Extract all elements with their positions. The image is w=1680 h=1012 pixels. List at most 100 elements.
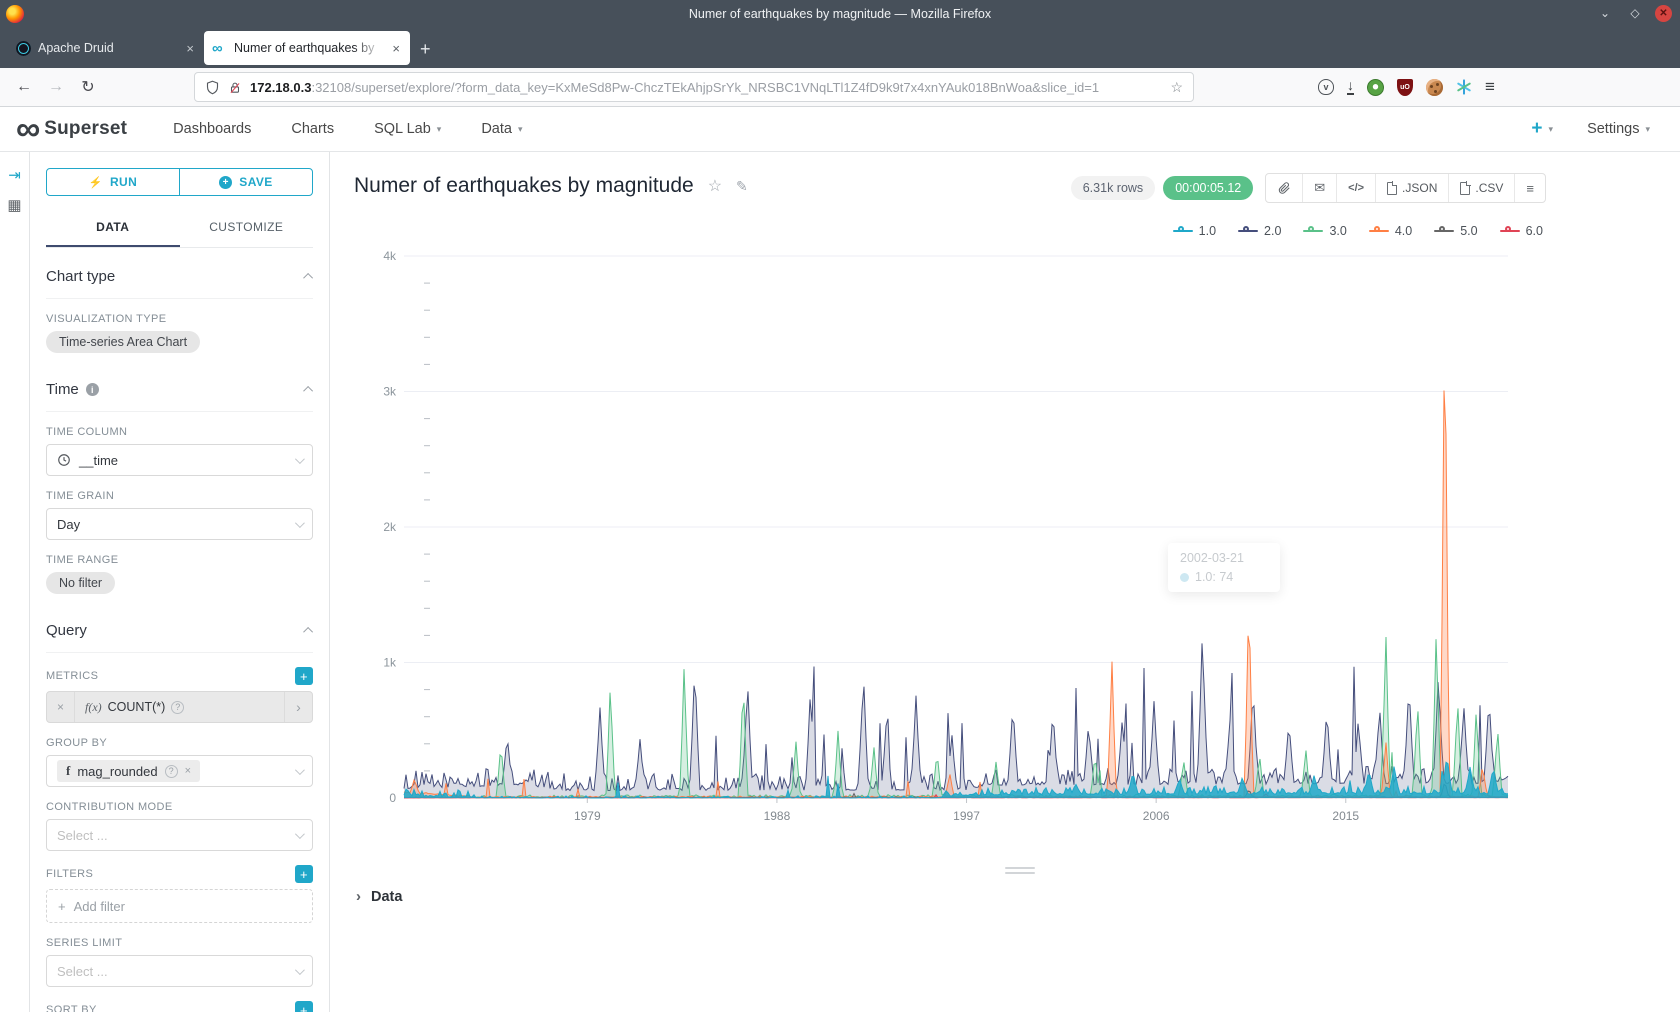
export-json-button[interactable]: .JSON xyxy=(1375,174,1448,202)
extension-asterisk-icon[interactable] xyxy=(1456,79,1472,95)
chart-menu-button[interactable]: ≡ xyxy=(1514,174,1545,202)
query-timer-badge: 00:00:05.12 xyxy=(1163,176,1253,200)
email-button[interactable]: ✉ xyxy=(1302,174,1336,202)
metrics-label: METRICS+ xyxy=(46,667,313,685)
legend-item-1.0[interactable]: 1.0 xyxy=(1173,224,1216,238)
tab-customize[interactable]: CUSTOMIZE xyxy=(180,210,314,247)
shield-icon[interactable] xyxy=(205,80,220,95)
add-filter-button[interactable]: + xyxy=(295,865,313,883)
url-host: 172.18.0.3 xyxy=(250,80,311,95)
nav-label: SQL Lab xyxy=(374,121,431,137)
add-metric-button[interactable]: + xyxy=(295,667,313,685)
nav-dashboards[interactable]: Dashboards xyxy=(153,121,271,137)
time-column-select[interactable]: __time xyxy=(46,444,313,476)
section-query[interactable]: Query xyxy=(46,602,313,653)
legend-item-3.0[interactable]: 3.0 xyxy=(1303,224,1346,238)
add-filter-dropzone[interactable]: +Add filter xyxy=(46,889,313,923)
fx-icon: f(x) xyxy=(85,700,102,715)
export-json-label: .JSON xyxy=(1402,181,1437,195)
tooltip-series-dot xyxy=(1180,573,1189,582)
metric-chip[interactable]: × f(x)COUNT(*)? › xyxy=(46,691,313,723)
resize-drag-handle[interactable] xyxy=(1005,864,1035,877)
legend-item-5.0[interactable]: 5.0 xyxy=(1434,224,1477,238)
time-grain-label: TIME GRAIN xyxy=(46,490,313,502)
dataset-grid-icon[interactable]: ▦ xyxy=(7,196,21,214)
time-grain-select[interactable]: Day xyxy=(46,508,313,540)
add-sort-button[interactable]: + xyxy=(295,1001,313,1012)
browser-tab-apache-druid[interactable]: Apache Druid × xyxy=(8,31,204,65)
metric-expand-icon[interactable]: › xyxy=(284,692,312,722)
edit-title-icon[interactable]: ✎ xyxy=(736,178,748,195)
tab-label: Apache Druid xyxy=(38,41,177,55)
contribution-mode-select[interactable]: Select ... xyxy=(46,819,313,851)
series-limit-label: SERIES LIMIT xyxy=(46,937,313,949)
firefox-menu-icon[interactable]: ≡ xyxy=(1485,77,1495,97)
tab-data[interactable]: DATA xyxy=(46,210,180,247)
label-text: SORT BY xyxy=(46,1004,97,1012)
browser-tab-active[interactable]: ∞ Numer of earthquakes by × xyxy=(204,31,410,65)
share-link-button[interactable] xyxy=(1266,174,1302,202)
favorite-star-icon[interactable]: ☆ xyxy=(708,176,722,196)
window-title: Numer of earthquakes by magnitude — Mozi… xyxy=(0,7,1680,21)
superset-infinity-icon: ∞ xyxy=(16,114,38,144)
url-text[interactable]: 172.18.0.3:32108/superset/explore/?form_… xyxy=(250,80,1162,95)
url-bar[interactable]: 172.18.0.3:32108/superset/explore/?form_… xyxy=(194,72,1194,102)
time-range-pill[interactable]: No filter xyxy=(46,572,115,594)
settings-menu[interactable]: Settings▾ xyxy=(1587,121,1650,137)
cookie-extension-icon[interactable] xyxy=(1426,79,1443,96)
forward-button[interactable]: → xyxy=(42,73,70,101)
run-button[interactable]: ⚡RUN xyxy=(47,169,179,195)
window-close-button[interactable]: ✕ xyxy=(1655,5,1672,22)
collapse-panel-icon[interactable]: ⇥ xyxy=(8,166,21,184)
superset-logo[interactable]: ∞ Superset xyxy=(16,114,127,144)
chevron-up-icon xyxy=(303,273,313,283)
nav-sql-lab[interactable]: SQL Lab▾ xyxy=(354,121,461,137)
new-item-button[interactable]: +▾ xyxy=(1531,118,1553,140)
remove-chip-icon[interactable]: × xyxy=(185,765,191,777)
legend-item-4.0[interactable]: 4.0 xyxy=(1369,224,1412,238)
ublock-origin-icon[interactable]: uO xyxy=(1397,79,1413,96)
chart-title: Numer of earthquakes by magnitude xyxy=(354,174,694,198)
remove-metric-icon[interactable]: × xyxy=(47,692,75,722)
group-by-select[interactable]: f mag_rounded ? × xyxy=(46,755,313,787)
url-path: :32108/superset/explore/?form_data_key=K… xyxy=(311,80,1099,95)
bookmark-star-icon[interactable]: ☆ xyxy=(1170,79,1183,96)
group-by-chip[interactable]: f mag_rounded ? × xyxy=(57,760,200,782)
legend-item-2.0[interactable]: 2.0 xyxy=(1238,224,1281,238)
run-label: RUN xyxy=(110,175,137,189)
data-section-toggle[interactable]: › Data xyxy=(356,888,402,905)
chart-canvas[interactable]: 01k2k3k4k19791988199720062015 2002-03-21… xyxy=(344,246,1528,830)
viz-type-label: VISUALIZATION TYPE xyxy=(46,313,313,325)
save-button[interactable]: +SAVE xyxy=(179,169,312,195)
lock-insecure-icon[interactable] xyxy=(228,80,242,95)
tab-close-icon[interactable]: × xyxy=(184,41,196,56)
reload-button[interactable]: ↻ xyxy=(74,73,102,101)
svg-text:1988: 1988 xyxy=(764,809,791,823)
series-limit-select[interactable]: Select ... xyxy=(46,955,313,987)
tab-close-icon[interactable]: × xyxy=(390,41,402,56)
new-tab-button[interactable]: + xyxy=(420,39,431,60)
settings-label: Settings xyxy=(1587,121,1639,137)
section-chart-type[interactable]: Chart type xyxy=(46,248,313,299)
export-csv-button[interactable]: .CSV xyxy=(1448,174,1514,202)
embed-code-button[interactable]: </> xyxy=(1336,174,1375,202)
nav-charts[interactable]: Charts xyxy=(271,121,354,137)
back-button[interactable]: ← xyxy=(10,73,38,101)
nav-data[interactable]: Data▾ xyxy=(461,121,542,137)
metric-name: COUNT(*) xyxy=(108,700,166,714)
downloads-icon[interactable]: ↓ xyxy=(1347,79,1354,95)
select-placeholder: Select ... xyxy=(57,828,108,843)
extension-green-icon[interactable] xyxy=(1367,79,1384,96)
file-icon xyxy=(1460,182,1470,195)
brand-name: Superset xyxy=(44,118,127,140)
pocket-icon[interactable]: v xyxy=(1318,79,1334,95)
legend-label: 6.0 xyxy=(1526,224,1543,238)
window-minimize-button[interactable]: ⌄ xyxy=(1595,3,1615,23)
viz-type-pill[interactable]: Time-series Area Chart xyxy=(46,331,200,353)
legend-marker-icon xyxy=(1303,226,1323,236)
browser-toolbar: ← → ↻ 172.18.0.3:32108/superset/explore/… xyxy=(0,68,1680,107)
section-time[interactable]: Timei xyxy=(46,361,313,412)
window-maximize-button[interactable]: ◇ xyxy=(1625,3,1645,23)
legend-item-6.0[interactable]: 6.0 xyxy=(1500,224,1543,238)
legend-label: 2.0 xyxy=(1264,224,1281,238)
